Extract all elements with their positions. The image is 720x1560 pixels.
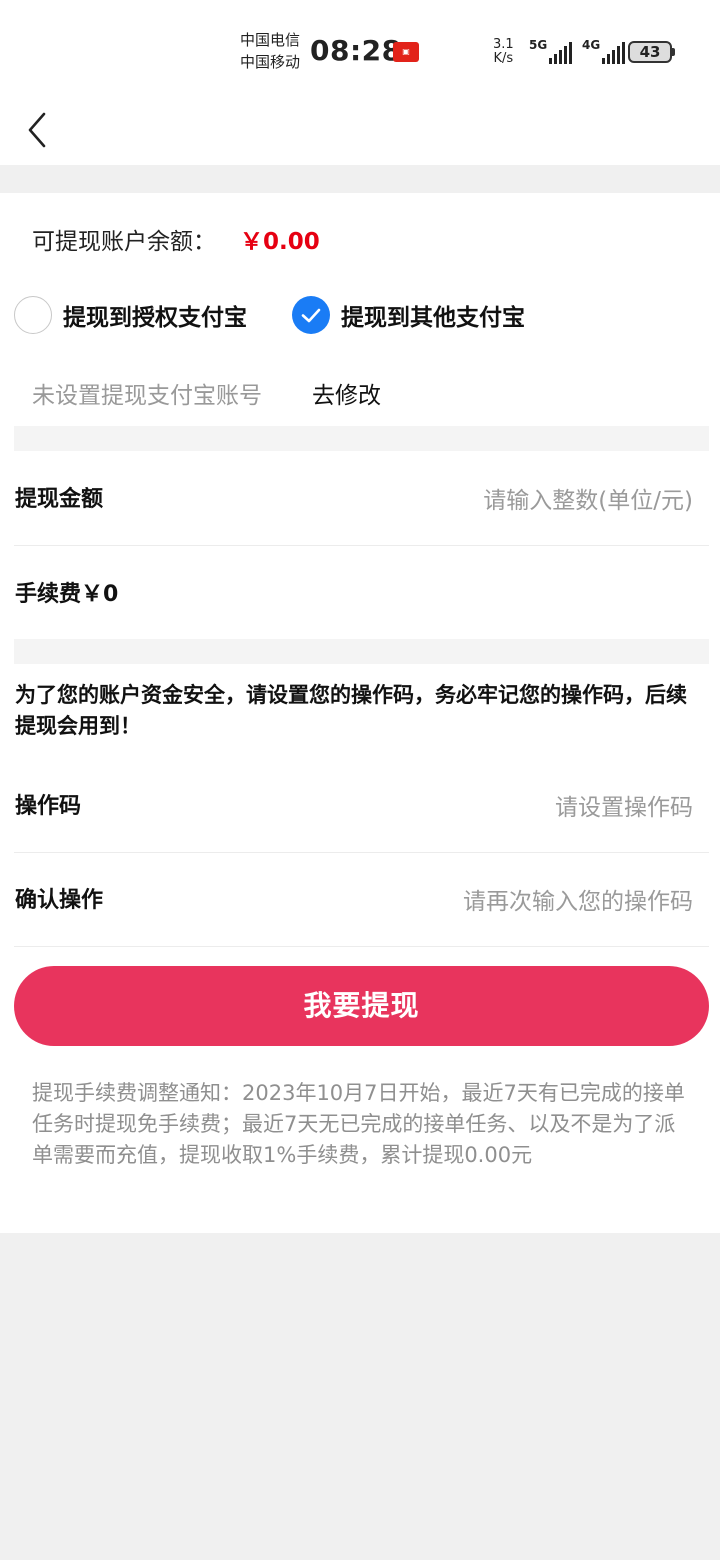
- battery-icon: 43: [628, 41, 675, 63]
- security-notice: 为了您的账户资金安全，请设置您的操作码，务必牢记您的操作码，后续提现会用到！: [15, 683, 687, 738]
- divider: [14, 946, 709, 947]
- carrier-2: 中国移动: [240, 53, 301, 71]
- radio-checked-icon[interactable]: [292, 296, 330, 334]
- withdraw-button[interactable]: 我要提现: [14, 966, 709, 1046]
- confirm-code-label: 确认操作: [15, 888, 104, 913]
- option-authorized-alipay[interactable]: 提现到授权支付宝: [14, 296, 247, 334]
- section-gap: [14, 639, 709, 664]
- balance-label: 可提现账户余额：: [32, 229, 216, 255]
- option-label: 提现到授权支付宝: [63, 305, 247, 331]
- divider: [14, 852, 709, 853]
- fee-adjustment-notice: 提现手续费调整通知：2023年10月7日开始，最近7天有已完成的接单任务时提现免…: [32, 1081, 685, 1167]
- balance-value: ￥0.00: [240, 229, 320, 255]
- amount-label: 提现金额: [15, 487, 104, 512]
- signal-4g-icon: 4G: [582, 38, 626, 64]
- radio-unchecked-icon[interactable]: [14, 296, 52, 334]
- network-speed: 3.1 K/s: [493, 37, 514, 66]
- divider: [14, 545, 709, 546]
- section-gap: [14, 426, 709, 451]
- op-code-label: 操作码: [15, 794, 82, 819]
- nav-bar: [0, 100, 720, 165]
- back-icon[interactable]: [22, 108, 58, 152]
- signal-5g-icon: 5G: [529, 38, 573, 64]
- option-other-alipay[interactable]: 提现到其他支付宝: [292, 296, 525, 334]
- app-notification-icon: ▣: [393, 42, 419, 62]
- option-label: 提现到其他支付宝: [341, 305, 525, 331]
- clock: 08:28: [310, 34, 402, 67]
- carrier-1: 中国电信: [240, 31, 301, 49]
- amount-input[interactable]: 请输入整数(单位/元): [483, 481, 693, 515]
- edit-account-link[interactable]: 去修改: [312, 376, 381, 410]
- confirm-code-input[interactable]: 请再次输入您的操作码: [463, 882, 693, 916]
- op-code-input[interactable]: 请设置操作码: [555, 788, 693, 822]
- fee-label: 手续费￥0: [15, 582, 119, 607]
- alipay-account-hint: 未设置提现支付宝账号: [32, 383, 262, 409]
